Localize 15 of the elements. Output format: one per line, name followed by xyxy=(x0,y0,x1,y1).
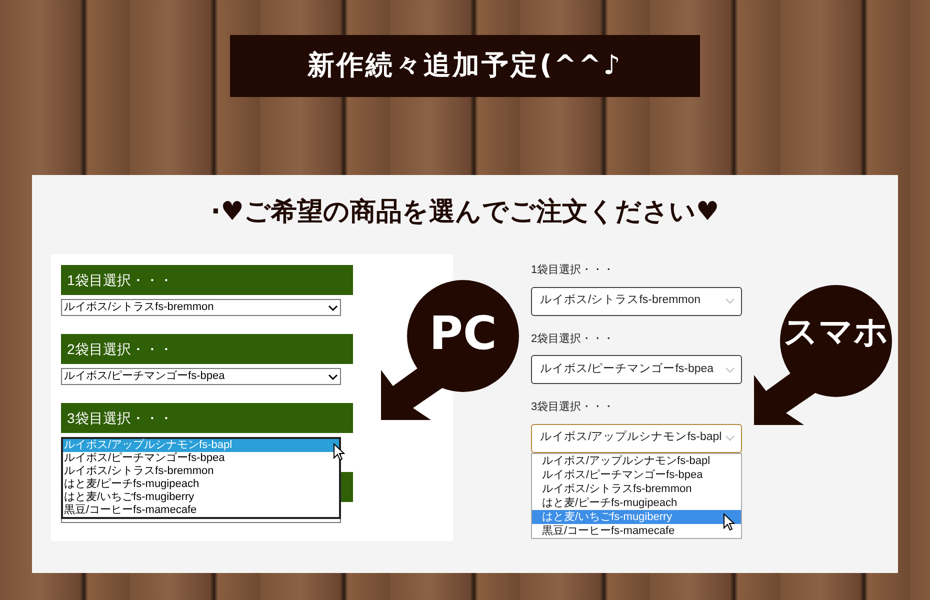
heading: ·♥ご希望の商品を選んでご注文ください♥ xyxy=(210,196,720,229)
section-title: 3袋目選択・・・ xyxy=(531,400,616,415)
select-value: ルイボス/ピーチマンゴーfs-bpea xyxy=(64,369,225,384)
badge-label: スマホ xyxy=(782,315,890,349)
select-value: ルイボス/ピーチマンゴーfs-bpea xyxy=(540,362,714,377)
section-title: 2袋目選択・・・ xyxy=(531,332,616,346)
badge-label: PC xyxy=(428,310,498,356)
section-title: 1袋目選択・・・ xyxy=(531,263,616,278)
section-title: 3袋目選択・・・ xyxy=(67,408,173,428)
select-value: ルイボス/シトラスfs-bremmon xyxy=(540,293,701,308)
select-value: ルイボス/アップルシナモンfs-bapl xyxy=(540,429,722,446)
section-title: 2袋目選択・・・ xyxy=(67,340,173,358)
select-value: ルイボス/シトラスfs-bremmon xyxy=(64,300,214,316)
section-title: 1袋目選択・・・ xyxy=(67,270,173,290)
banner-title: 新作続々追加予定(^^♪ xyxy=(308,48,622,83)
